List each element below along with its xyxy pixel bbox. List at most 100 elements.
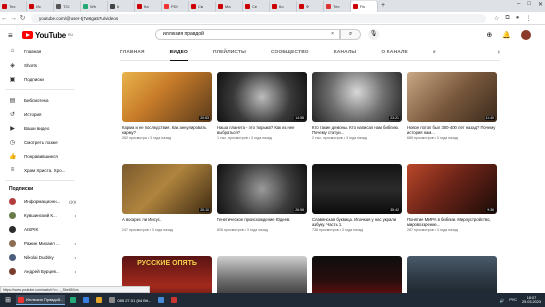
video-title[interactable]: Славянская буквица. Ипачкая у нас украли… [312,217,402,227]
create-video-icon[interactable]: ⊕ [486,31,492,39]
sidebar-item-label: Главная [24,48,42,54]
browser-tab[interactable]: Ка [135,1,162,12]
tab-0[interactable]: ГЛАВНАЯ [120,45,145,61]
new-tab-icon[interactable]: + [378,1,388,12]
home-icon: ⌂ [10,48,15,54]
sidebar-item[interactable]: ▤ Библиотека [0,93,80,107]
close-icon[interactable]: ✕ [538,1,543,8]
sidebar-item[interactable]: ▶ Ваши видео [0,121,80,135]
video-title[interactable]: А воскрес ли Иисус. [122,217,212,227]
subscription-item[interactable]: Кувшинский К... • [0,208,80,222]
sidebar-item[interactable]: 👍 Понравившиеся [0,149,80,163]
video-card[interactable]: 23:21 Кто такие демоны. Кто написал нам б… [312,72,402,140]
clear-search-icon[interactable]: × [331,30,334,39]
tab-2[interactable]: ПЛЕЙЛИСТЫ [213,45,246,61]
video-card[interactable]: 20:53 Карма и ее последствия. Как аннулир… [122,72,212,140]
browser-tab[interactable]: Ф [297,1,324,12]
clock-date: 25.03.2023 [521,300,541,304]
video-card[interactable]: 35:42 Славянская буквица. Ипачкая у нас у… [312,164,402,232]
browser-tab[interactable]: PDI [162,1,189,12]
forward-icon[interactable]: → [9,15,18,22]
browser-tab[interactable]: Ис [27,1,54,12]
video-card[interactable]: 26:58 Генетическое происхождение Юдеев. 82… [217,164,307,232]
notifications-bell-icon[interactable]: 🔔 [502,31,511,39]
hamburger-menu-icon[interactable]: ≡ [8,31,16,40]
taskbar-item[interactable] [94,295,104,305]
chevron-right-icon[interactable]: › [498,49,500,56]
subscriptions-heading: Подписки [9,186,34,192]
reload-icon[interactable]: ↻ [18,14,27,22]
tab-label: Ра [360,4,365,9]
taskbar-item[interactable] [81,295,91,305]
tab-4[interactable]: КАНАЛЫ [334,45,357,61]
youtube-logo[interactable]: YouTube RU [22,31,73,40]
search-button[interactable]: ⌕ [340,29,361,40]
clock[interactable]: 18:07 25.03.2023 [522,296,541,305]
video-card[interactable]: 14:58 Наша планета - это тюрьма? Как из н… [217,72,307,140]
taskbar-item[interactable] [68,295,78,305]
browser-tab[interactable]: Wh [81,1,108,12]
video-card[interactable]: 20:10 А воскрес ли Иисус. 247 просмотров •… [122,164,212,232]
minimize-icon[interactable]: – [517,1,520,8]
maximize-icon[interactable]: □ [527,1,531,8]
video-title[interactable]: Новое потоп был 300-400 лет назад? Почем… [407,125,497,135]
subscription-item[interactable]: Информационн... ((•)) [0,194,80,208]
sidebar-item[interactable]: ◷ Смотреть позже [0,135,80,149]
windows-start-icon[interactable]: ⊞ [3,296,13,304]
video-thumbnail[interactable]: 14:58 [217,72,307,122]
keyboard-language[interactable]: РУС [509,298,517,302]
browser-tab[interactable]: Ра [351,1,378,12]
video-card[interactable]: 11:40 Новое потоп был 300-400 лет назад? … [407,72,497,140]
video-thumbnail[interactable]: 11:40 [407,72,497,122]
search-input[interactable]: иллюзия правдой × [155,29,340,40]
profile-icon[interactable]: ● [516,15,520,22]
browser-tab[interactable]: Тес [0,1,27,12]
browser-tab[interactable]: TCI [54,1,81,12]
subscription-item[interactable]: AISPIK [0,222,80,236]
sidebar-item[interactable]: ▣ Подписки [0,72,80,86]
subscription-item[interactable]: Ражин Михаил ... • [0,236,80,250]
user-avatar[interactable] [521,30,531,40]
tab-1[interactable]: ВИДЕО [169,45,188,61]
video-title[interactable]: Наша планета - это тюрьма? Как из нее вы… [217,125,307,135]
new-content-indicator: • [74,254,76,260]
video-thumbnail[interactable]: 9:36 [407,164,497,214]
video-title[interactable]: Кто такие демоны. Кто написал нам библию… [312,125,402,135]
video-thumbnail[interactable]: 20:53 [122,72,212,122]
browser-tab[interactable]: Св [189,1,216,12]
sidebar-item[interactable]: ≡ Храм Христа. Хро... [0,163,80,177]
browser-menu-icon[interactable]: ⋮ [525,15,531,22]
video-thumbnail[interactable]: 23:21 [312,72,402,122]
taskbar-item[interactable]: Иллюзия Правдой... [16,295,66,305]
extensions-icon[interactable]: ⧉ [505,15,509,22]
browser-tab[interactable]: Ко [270,1,297,12]
tab-3[interactable]: СООБЩЕСТВО [271,45,309,61]
subscription-item[interactable]: Nikolai Dudsky • [0,250,80,264]
browser-tab[interactable]: Се [243,1,270,12]
video-thumbnail[interactable]: 26:58 [217,164,307,214]
browser-tab[interactable]: Тес [324,1,351,12]
video-title[interactable]: Генетическое происхождение Юдеев. [217,217,307,227]
video-title[interactable]: Карма и ее последствия. Как аннулировать… [122,125,212,135]
browser-tab[interactable]: b [108,1,135,12]
browser-tab[interactable]: Ма [216,1,243,12]
video-thumbnail[interactable]: 20:10 [122,164,212,214]
sidebar-item[interactable]: ⌂ Главная [0,44,80,58]
back-icon[interactable]: ← [0,15,9,22]
video-title[interactable]: Понятие МИРА в библии. Мироустройство, м… [407,217,497,227]
tab-5[interactable]: О КАНАЛЕ [381,45,408,61]
voice-search-button[interactable]: 🎙 [368,29,379,40]
channel-search-icon[interactable]: ⌕ [433,45,436,61]
sidebar-item[interactable]: ◈ Shorts [0,58,80,72]
taskbar-item[interactable]: 085 27.01 (64 Bit... [107,295,153,305]
video-thumbnail[interactable]: 35:42 [312,164,402,214]
subscription-item[interactable]: Андрей Бурцев... • [0,264,80,278]
sidebar-item[interactable]: ↺ История [0,107,80,121]
video-meta: 247 просмотров • 3 года назад [122,228,173,233]
volume-icon[interactable]: 🔊 [500,298,505,303]
bookmark-star-icon[interactable]: ☆ [494,15,499,22]
address-bar[interactable]: youtube.com/@user-tj7w6ga57u/videos [31,13,486,23]
video-card[interactable]: 9:36 Понятие МИРА в библии. Мироустройств… [407,164,497,232]
taskbar-item[interactable] [156,295,166,305]
taskbar-item[interactable] [169,295,179,305]
